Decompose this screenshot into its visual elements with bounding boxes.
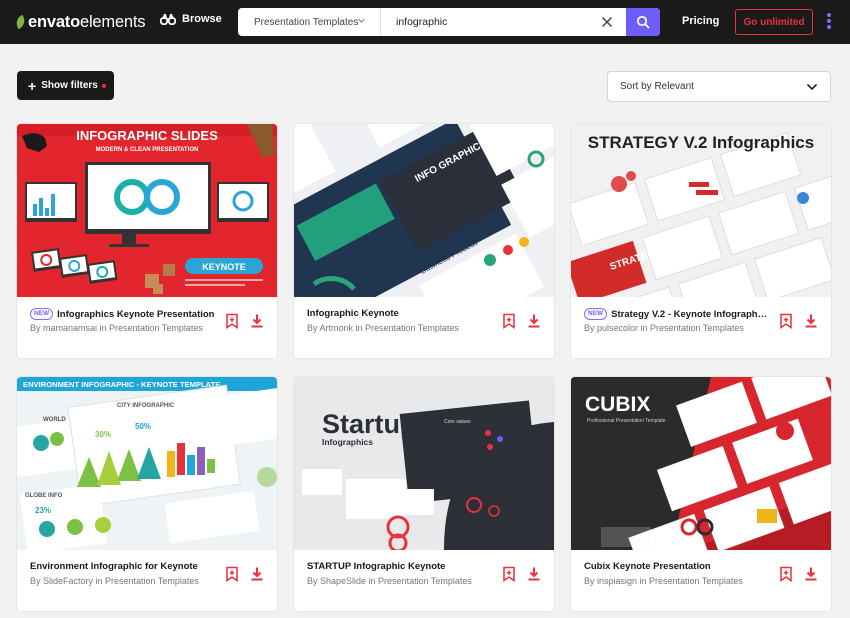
search-bar: Presentation Templates: [238, 8, 660, 36]
item-card[interactable]: CUBIX Professional Presentation Template…: [571, 377, 831, 611]
kebab-menu-icon[interactable]: [826, 13, 832, 31]
item-title[interactable]: Infographic Keynote: [307, 308, 399, 319]
item-byline[interactable]: By mamanamsai in Presentation Templates: [30, 322, 215, 334]
item-title[interactable]: Strategy V.2 - Keynote Infographics: [611, 309, 769, 320]
envato-elements-logo[interactable]: envato elements: [14, 12, 146, 32]
item-byline[interactable]: By Artmonk in Presentation Templates: [307, 322, 492, 334]
bookmark-add-icon[interactable]: [225, 566, 239, 582]
search-button[interactable]: [626, 8, 660, 36]
item-title-row[interactable]: Environment Infographic for Keynote: [30, 561, 215, 572]
binoculars-icon: [160, 14, 176, 25]
item-card[interactable]: ENVIRONMENT INFOGRAPHIC - KEYNOTE TEMPLA…: [17, 377, 277, 611]
category-select-value: Presentation Templates: [254, 16, 359, 28]
bookmark-add-icon[interactable]: [779, 566, 793, 582]
item-meta: STARTUP Infographic Keynote By ShapeSlid…: [294, 550, 554, 611]
logo-text-envato: envato: [28, 12, 80, 31]
download-icon[interactable]: [250, 313, 264, 329]
thumb-heading: Startup: [322, 409, 417, 439]
item-title-row[interactable]: NEW Strategy V.2 - Keynote Infographics: [584, 308, 769, 320]
item-title[interactable]: STARTUP Infographic Keynote: [307, 561, 445, 572]
show-filters-button[interactable]: + Show filters: [17, 71, 114, 100]
thumb-badge-text: KEYNOTE: [202, 262, 246, 272]
item-title-row[interactable]: NEW Infographics Keynote Presentation: [30, 308, 215, 320]
envato-leaf-icon: [14, 14, 27, 30]
filter-indicator-dot: [101, 84, 106, 88]
download-icon[interactable]: [804, 566, 818, 582]
thumb-subheading: Infographics: [322, 437, 373, 447]
item-meta: NEW Infographics Keynote Presentation By…: [17, 297, 277, 358]
thumb-heading: ENVIRONMENT INFOGRAPHIC - KEYNOTE TEMPLA…: [23, 380, 220, 389]
search-input[interactable]: [381, 8, 601, 36]
chevron-down-icon: [806, 83, 818, 91]
item-thumbnail[interactable]: CUBIX Professional Presentation Template: [571, 377, 831, 550]
pricing-link[interactable]: Pricing: [682, 15, 719, 27]
item-meta: NEW Strategy V.2 - Keynote Infographics …: [571, 297, 831, 358]
item-thumbnail[interactable]: ENVIRONMENT INFOGRAPHIC - KEYNOTE TEMPLA…: [17, 377, 277, 550]
item-card[interactable]: STRATEGY V.2 Infographics STRATEGY V.2 N…: [571, 124, 831, 358]
show-filters-label: Show filters: [41, 80, 98, 91]
item-title-row[interactable]: Cubix Keynote Presentation: [584, 561, 769, 572]
sort-dropdown[interactable]: Sort by Relevant: [607, 71, 831, 102]
new-badge: NEW: [584, 308, 608, 320]
item-thumbnail[interactable]: INFO GRAPHIC Business Process: [294, 124, 554, 297]
download-icon[interactable]: [527, 313, 541, 329]
sort-dropdown-value: Sort by Relevant: [620, 81, 694, 92]
thumb-label-globe: GLOBE INFO: [25, 493, 63, 499]
thumb-label-world: WORLD: [43, 417, 66, 423]
download-icon[interactable]: [527, 566, 541, 582]
item-card[interactable]: INFOGRAPHIC SLIDES MODERN & CLEAN PRESEN…: [17, 124, 277, 358]
item-byline[interactable]: By inspiasign in Presentation Templates: [584, 575, 769, 587]
download-icon[interactable]: [804, 313, 818, 329]
close-icon[interactable]: [600, 15, 614, 29]
item-title[interactable]: Environment Infographic for Keynote: [30, 561, 198, 572]
item-meta: Environment Infographic for Keynote By S…: [17, 550, 277, 611]
item-card[interactable]: INFO GRAPHIC Business Process Infographi…: [294, 124, 554, 358]
item-thumbnail[interactable]: INFOGRAPHIC SLIDES MODERN & CLEAN PRESEN…: [17, 124, 277, 297]
logo-text-elements: elements: [79, 12, 146, 31]
browse-button[interactable]: Browse: [160, 13, 222, 25]
thumb-subheading: Professional Presentation Template: [587, 418, 666, 424]
item-meta: Infographic Keynote By Artmonk in Presen…: [294, 297, 554, 358]
thumb-slide-title: CITY INFOGRAPHIC: [117, 403, 175, 409]
item-title-row[interactable]: STARTUP Infographic Keynote: [307, 561, 492, 572]
browse-label: Browse: [182, 13, 222, 25]
thumb-percent-2: 50%: [135, 422, 151, 431]
item-byline[interactable]: By pulsecolor in Presentation Templates: [584, 322, 769, 334]
item-thumbnail[interactable]: Startup Infographics Core values: [294, 377, 554, 550]
bookmark-add-icon[interactable]: [225, 313, 239, 329]
thumb-heading: INFOGRAPHIC SLIDES: [76, 128, 218, 143]
item-title-row[interactable]: Infographic Keynote: [307, 308, 492, 319]
top-navigation-bar: envato elements Browse Presentation Temp…: [0, 0, 850, 44]
item-meta: Cubix Keynote Presentation By inspiasign…: [571, 550, 831, 611]
item-title[interactable]: Infographics Keynote Presentation: [57, 309, 214, 320]
bookmark-add-icon[interactable]: [502, 566, 516, 582]
plus-icon: +: [28, 77, 37, 94]
category-select[interactable]: Presentation Templates: [238, 8, 381, 36]
thumb-heading: CUBIX: [585, 393, 650, 416]
thumb-subheading: MODERN & CLEAN PRESENTATION: [96, 147, 199, 153]
thumb-slide-title: Core values: [444, 419, 471, 425]
bookmark-add-icon[interactable]: [779, 313, 793, 329]
item-title[interactable]: Cubix Keynote Presentation: [584, 561, 711, 572]
chevron-down-icon: [358, 18, 365, 23]
new-badge: NEW: [30, 308, 54, 320]
item-card[interactable]: Startup Infographics Core values STARTUP…: [294, 377, 554, 611]
download-icon[interactable]: [250, 566, 264, 582]
item-byline[interactable]: By ShapeSlide in Presentation Templates: [307, 575, 492, 587]
search-icon: [636, 15, 650, 29]
item-thumbnail[interactable]: STRATEGY V.2 Infographics STRATEGY V.2: [571, 124, 831, 297]
bookmark-add-icon[interactable]: [502, 313, 516, 329]
item-byline[interactable]: By SlideFactory in Presentation Template…: [30, 575, 215, 587]
thumb-percent-1: 30%: [95, 430, 111, 439]
thumb-percent-3: 23%: [35, 506, 51, 515]
go-unlimited-button[interactable]: Go unlimited: [735, 9, 813, 35]
thumb-heading: STRATEGY V.2 Infographics: [588, 133, 814, 152]
